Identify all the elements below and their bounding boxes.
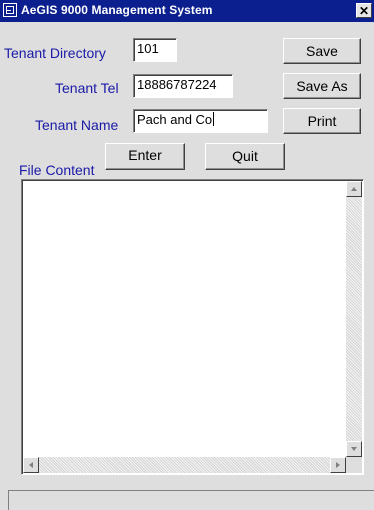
tenant-directory-value: 101 [137, 41, 159, 56]
vertical-scrollbar[interactable] [346, 181, 362, 457]
tenant-name-input[interactable]: Pach and Co [133, 109, 268, 133]
scroll-up-button[interactable] [346, 181, 362, 197]
scroll-down-button[interactable] [346, 441, 362, 457]
app-window: AeGIS 9000 Management System ✕ Tenant Di… [0, 0, 374, 510]
enter-button[interactable]: Enter [105, 143, 185, 170]
text-caret [213, 112, 215, 126]
title-bar[interactable]: AeGIS 9000 Management System ✕ [0, 0, 374, 22]
scroll-right-button[interactable] [330, 457, 346, 473]
window-title: AeGIS 9000 Management System [21, 3, 213, 17]
window-menu-icon[interactable] [3, 3, 17, 17]
close-button[interactable]: ✕ [356, 3, 372, 18]
tenant-directory-label: Tenant Directory [4, 45, 106, 61]
status-bar [8, 490, 374, 510]
save-as-button[interactable]: Save As [283, 73, 361, 99]
print-button[interactable]: Print [283, 108, 361, 134]
tenant-tel-input[interactable]: 18886787224 [133, 74, 233, 98]
tenant-name-value: Pach and Co [137, 112, 213, 127]
arrow-down-icon [351, 447, 357, 451]
tenant-name-label: Tenant Name [35, 117, 119, 133]
scrollbar-corner [346, 457, 362, 473]
tenant-tel-value: 18886787224 [137, 77, 217, 92]
arrow-left-icon [29, 462, 33, 468]
tenant-directory-input[interactable]: 101 [133, 38, 177, 62]
file-content-label: File Content [19, 162, 95, 178]
save-button[interactable]: Save [283, 38, 361, 64]
arrow-up-icon [351, 187, 357, 191]
horizontal-scrollbar[interactable] [23, 457, 346, 473]
scroll-left-button[interactable] [23, 457, 39, 473]
file-content-area[interactable] [21, 179, 364, 475]
arrow-right-icon [336, 462, 340, 468]
tenant-tel-label: Tenant Tel [55, 80, 119, 96]
quit-button[interactable]: Quit [205, 143, 285, 170]
